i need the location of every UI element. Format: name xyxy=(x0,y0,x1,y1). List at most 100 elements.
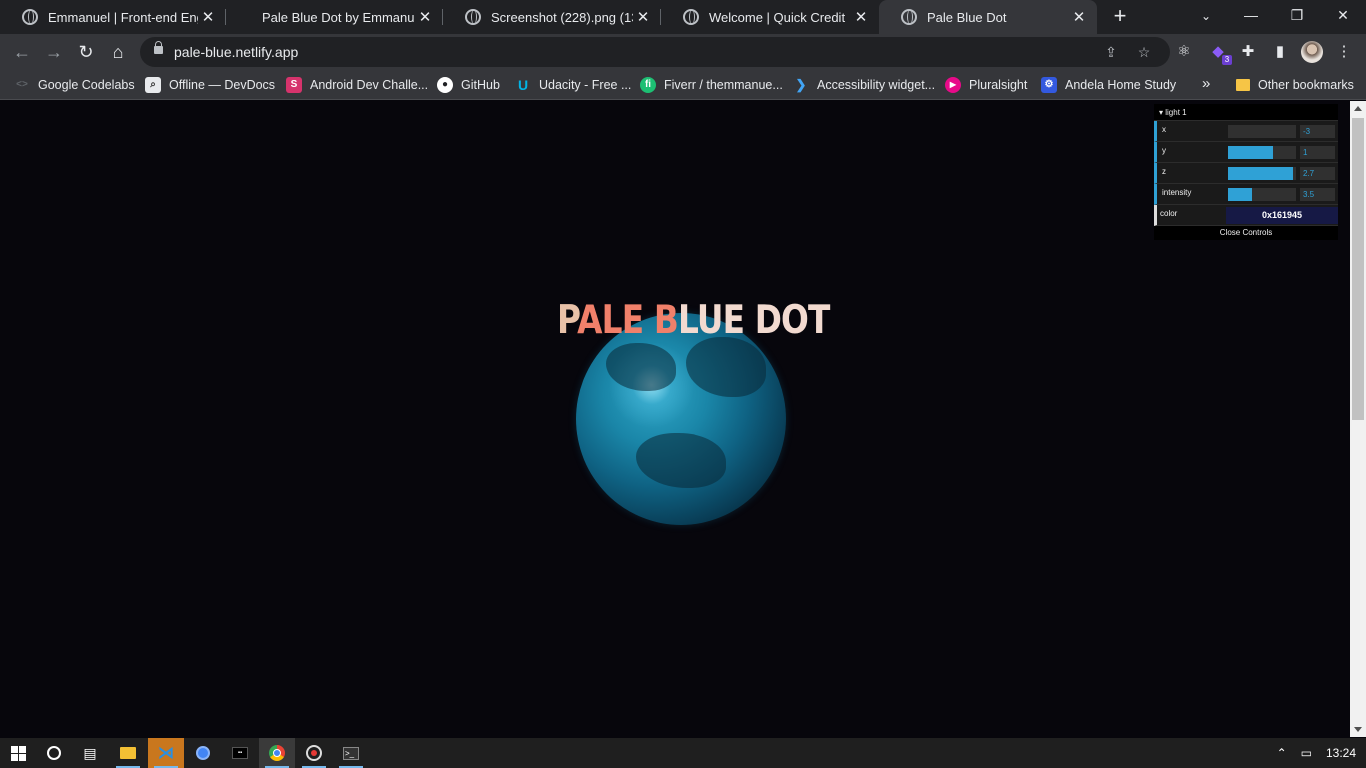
slider-fill xyxy=(1228,146,1273,159)
slider-y[interactable] xyxy=(1228,146,1296,159)
github-icon: ● xyxy=(437,77,453,93)
menu-icon[interactable]: ⋮ xyxy=(1330,38,1358,66)
chevron-up-icon[interactable]: ⌃ xyxy=(1277,746,1287,760)
bookmark-andela[interactable]: ⚙ Andela Home Study xyxy=(1041,75,1176,95)
tab-pale-blue-dot-article[interactable]: Pale Blue Dot by Emmanuel A ✕ xyxy=(226,0,443,34)
value-input-z[interactable]: 2.7 xyxy=(1300,167,1335,180)
tab-search-icon[interactable]: ⌄ xyxy=(1194,4,1218,28)
new-tab-button[interactable]: + xyxy=(1108,4,1132,30)
minimize-icon[interactable]: — xyxy=(1228,0,1274,30)
media-icon[interactable] xyxy=(296,738,332,768)
terminal-icon[interactable]: >_ xyxy=(333,738,369,768)
close-icon[interactable]: ✕ xyxy=(633,8,653,26)
slider-intensity[interactable] xyxy=(1228,188,1296,201)
udacity-icon: U xyxy=(517,77,529,93)
tab-emmanuel-portfolio[interactable]: Emmanuel | Front-end Engine ✕ xyxy=(0,0,226,34)
bookmark-label: Android Dev Challe... xyxy=(310,78,429,92)
file-explorer-icon[interactable] xyxy=(110,738,146,768)
tab-quick-credit[interactable]: Welcome | Quick Credit ✕ xyxy=(661,0,879,34)
control-label: intensity xyxy=(1162,188,1192,197)
bookmark-google-codelabs[interactable]: <> Google Codelabs xyxy=(14,75,134,95)
browser-toolbar: ← → ↻ ⌂ pale-blue.netlify.app ⇪ ☆ ⚛ ◆ 3 ✚… xyxy=(0,34,1366,70)
lock-icon[interactable] xyxy=(154,41,163,54)
tab-title: Emmanuel | Front-end Engine xyxy=(48,9,198,25)
extension-icon[interactable]: ◆ 3 xyxy=(1204,38,1232,66)
value-input-y[interactable]: 1 xyxy=(1300,146,1335,159)
bookmark-label: Other bookmarks xyxy=(1258,78,1354,92)
flutter-icon: ❯ xyxy=(795,77,807,92)
restore-icon[interactable]: ❐ xyxy=(1274,0,1320,30)
folder-label: light 1 xyxy=(1165,108,1187,117)
clock[interactable]: 13:24 xyxy=(1326,746,1356,760)
bookmark-fiverr[interactable]: fi Fiverr / themmanue... xyxy=(640,75,783,95)
title-part: ALE B xyxy=(577,298,679,343)
bookmark-github[interactable]: ● GitHub xyxy=(437,75,500,95)
task-view-icon[interactable]: ▤ xyxy=(72,738,108,768)
forward-icon[interactable]: → xyxy=(40,38,68,66)
folder-title[interactable]: ▾ light 1 xyxy=(1154,104,1338,121)
home-icon[interactable]: ⌂ xyxy=(104,38,132,66)
app-icon[interactable] xyxy=(185,738,221,768)
close-icon[interactable]: ✕ xyxy=(415,8,435,26)
bookmark-accessibility[interactable]: ❯ Accessibility widget... xyxy=(793,75,936,95)
search-icon[interactable] xyxy=(36,738,72,768)
control-y[interactable]: y 1 xyxy=(1154,142,1338,163)
color-swatch[interactable]: 0x161945 xyxy=(1226,207,1338,224)
control-z[interactable]: z 2.7 xyxy=(1154,163,1338,184)
tab-pale-blue-dot[interactable]: Pale Blue Dot ✕ xyxy=(879,0,1097,34)
close-icon[interactable]: ✕ xyxy=(1069,8,1089,26)
address-bar[interactable]: pale-blue.netlify.app ⇪ ☆ xyxy=(140,37,1170,67)
bookmark-label: Offline — DevDocs xyxy=(169,78,276,92)
window-controls: — ❐ ✕ xyxy=(1228,0,1366,34)
control-x[interactable]: x -3 xyxy=(1154,121,1338,142)
bookmark-label: Pluralsight xyxy=(969,78,1028,92)
scroll-up-icon[interactable] xyxy=(1354,106,1362,111)
back-icon[interactable]: ← xyxy=(8,38,36,66)
battery-icon[interactable]: ▭ xyxy=(1301,746,1312,760)
control-color[interactable]: color 0x161945 xyxy=(1154,205,1338,226)
avatar[interactable] xyxy=(1301,41,1323,63)
bookmark-android-dev[interactable]: S Android Dev Challe... xyxy=(286,75,428,95)
page-canvas[interactable] xyxy=(0,101,1350,737)
value-input-x[interactable]: -3 xyxy=(1300,125,1335,138)
control-intensity[interactable]: intensity 3.5 xyxy=(1154,184,1338,205)
bookmark-label: Accessibility widget... xyxy=(817,78,936,92)
bookmark-label: Fiverr / themmanue... xyxy=(664,78,783,92)
folder-icon xyxy=(1236,79,1250,91)
bookmark-label: GitHub xyxy=(461,78,500,92)
share-icon[interactable]: ⇪ xyxy=(1101,42,1121,62)
page-scrollbar[interactable] xyxy=(1350,101,1366,737)
slider-z[interactable] xyxy=(1228,167,1296,180)
start-icon[interactable] xyxy=(0,738,36,768)
bookmark-label: Andela Home Study xyxy=(1065,78,1177,92)
vscode-icon[interactable]: ⋊ xyxy=(148,738,184,768)
extensions-puzzle-icon[interactable]: ✚ xyxy=(1234,38,1262,66)
reload-icon[interactable]: ↻ xyxy=(72,38,100,66)
chrome-icon[interactable] xyxy=(259,738,295,768)
bookmark-label: Udacity - Free ... xyxy=(539,78,632,92)
close-icon[interactable]: ✕ xyxy=(198,8,218,26)
scroll-thumb[interactable] xyxy=(1352,118,1364,420)
controls-panel: ▾ light 1 x -3 y 1 z 2.7 intensity 3.5 c… xyxy=(1154,104,1338,240)
side-panel-icon[interactable]: ▮ xyxy=(1266,38,1294,66)
value-input-intensity[interactable]: 3.5 xyxy=(1300,188,1335,201)
tab-title: Pale Blue Dot by Emmanuel A xyxy=(262,9,415,25)
close-icon[interactable]: ✕ xyxy=(851,8,871,26)
bookmark-star-icon[interactable]: ☆ xyxy=(1134,42,1154,62)
andela-icon: ⚙ xyxy=(1041,77,1057,93)
react-devtools-icon[interactable]: ⚛ xyxy=(1170,38,1198,66)
tab-screenshot[interactable]: Screenshot (228).png (1366× ✕ xyxy=(443,0,661,34)
other-bookmarks-folder[interactable]: Other bookmarks xyxy=(1236,75,1354,95)
scroll-down-icon[interactable] xyxy=(1354,727,1362,732)
terminal-app-icon[interactable]: ▪▪ xyxy=(222,738,258,768)
slider-x[interactable] xyxy=(1228,125,1296,138)
url-text[interactable]: pale-blue.netlify.app xyxy=(174,44,298,60)
bookmark-pluralsight[interactable]: ▶ Pluralsight xyxy=(945,75,1027,95)
close-controls-button[interactable]: Close Controls xyxy=(1154,226,1338,240)
more-bookmarks-icon[interactable]: » xyxy=(1202,75,1210,92)
control-label: x xyxy=(1162,125,1166,134)
bookmark-devdocs[interactable]: ⌕ Offline — DevDocs xyxy=(145,75,275,95)
extension-badge: 3 xyxy=(1222,55,1232,65)
close-window-icon[interactable]: ✕ xyxy=(1320,0,1366,30)
bookmark-udacity[interactable]: U Udacity - Free ... xyxy=(515,75,631,95)
